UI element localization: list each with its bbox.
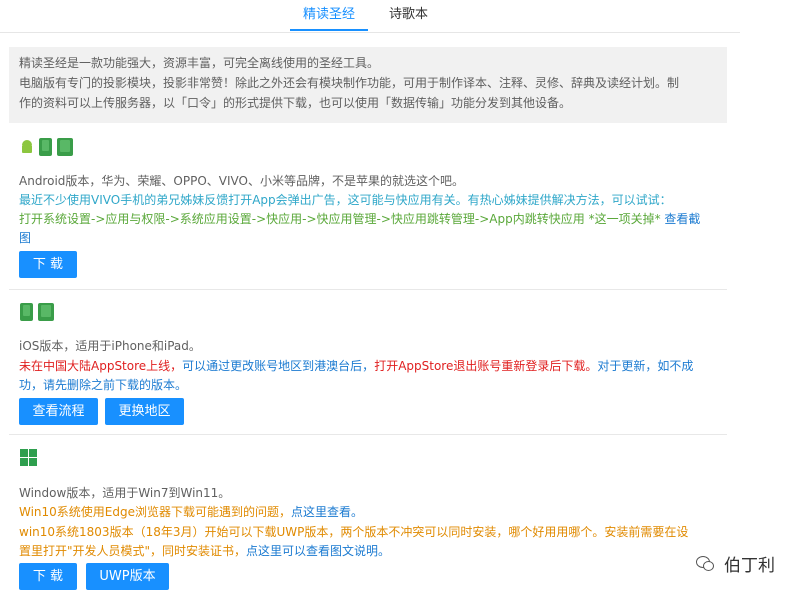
windows-description: Window版本，适用于Win7到Win11。 — [19, 486, 231, 500]
tablet-icon — [57, 138, 73, 156]
ios-warning-line-2: 功，请先删除之前下载的版本。 — [19, 378, 188, 392]
android-download-button[interactable]: 下 载 — [19, 251, 77, 278]
tablet-icon — [38, 303, 54, 321]
tab-bar: 精读圣经 诗歌本 — [0, 0, 740, 33]
ios-warning-part-3: 打开AppStore退出账号重新登录后下载。 — [374, 359, 598, 373]
android-fix-steps-cont: 图 — [19, 229, 719, 248]
android-screenshot-link-cont[interactable]: 图 — [19, 231, 31, 245]
notice-line-2: 电脑版有专门的投影模块，投影非常赞！除此之外还会有模块制作功能，可用于制作译本、… — [19, 76, 680, 90]
section-divider — [9, 434, 727, 435]
phone-icon — [39, 138, 52, 156]
windows-uwp-guide-link[interactable]: 点这里可以查看图文说明。 — [246, 544, 390, 558]
windows-download-button[interactable]: 下 载 — [19, 563, 77, 590]
phone-icon — [20, 303, 33, 321]
account-watermark: 伯丁利 — [696, 551, 775, 576]
ios-change-region-button[interactable]: 更换地区 — [105, 398, 184, 425]
android-description: Android版本，华为、荣耀、OPPO、VIVO、小米等品牌，不是苹果的就选这… — [19, 174, 464, 188]
active-tab-indicator — [290, 29, 368, 31]
ios-view-process-button[interactable]: 查看流程 — [19, 398, 98, 425]
windows-uwp-button[interactable]: UWP版本 — [86, 563, 169, 590]
windows-edge-note: Win10系统使用Edge浏览器下载可能遇到的问题，点这里查看。 — [19, 503, 719, 522]
android-platform-icons — [20, 138, 73, 156]
notice-line-3: 作的资料可以上传服务器，以「口令」的形式提供下载，也可以使用「数据传输」功能分发… — [19, 96, 572, 110]
ios-warning-part-2: 可以通过更改账号地区到港澳台后， — [182, 359, 375, 373]
watermark-text: 伯丁利 — [724, 556, 775, 576]
windows-uwp-note: win10系统1803版本（18年3月）开始可以下载UWP版本，两个版本不冲突可… — [19, 525, 689, 539]
wechat-icon — [696, 555, 714, 572]
android-icon — [20, 140, 34, 154]
ios-platform-icons — [20, 303, 54, 321]
ios-warning: 未在中国大陆AppStore上线，可以通过更改账号地区到港澳台后，打开AppSt… — [19, 357, 719, 376]
android-fix-path: 打开系统设置->应用与权限->系统应用设置->快应用->快应用管理->快应用跳转… — [19, 212, 661, 226]
windows-uwp-note-cont: 置里打开"开发人员模式"，同时安装证书，点这里可以查看图文说明。 — [19, 542, 719, 561]
windows-edge-help-link[interactable]: 点这里查看。 — [291, 505, 363, 519]
section-divider — [9, 289, 727, 290]
ios-warning-part-4: 对于更新，如不成 — [597, 359, 694, 373]
intro-notice: 精读圣经是一款功能强大，资源丰富，可完全离线使用的圣经工具。 电脑版有专门的投影… — [9, 47, 727, 123]
windows-edge-note-text: Win10系统使用Edge浏览器下载可能遇到的问题， — [19, 505, 292, 519]
android-vivo-tip: 最近不少使用VIVO手机的弟兄姊妹反馈打开App会弹出广告，这可能与快应用有关。… — [19, 193, 672, 207]
windows-uwp-note-text: 置里打开"开发人员模式"，同时安装证书， — [19, 544, 247, 558]
ios-description: iOS版本，适用于iPhone和iPad。 — [19, 339, 201, 353]
windows-platform-icons — [20, 449, 37, 466]
tab-bible[interactable]: 精读圣经 — [303, 3, 355, 22]
android-screenshot-link[interactable]: 查看截 — [664, 212, 700, 226]
android-fix-steps: 打开系统设置->应用与权限->系统应用设置->快应用->快应用管理->快应用跳转… — [19, 210, 719, 229]
windows-icon — [20, 449, 37, 466]
ios-warning-part-1: 未在中国大陆AppStore上线， — [19, 359, 183, 373]
tab-hymnal[interactable]: 诗歌本 — [389, 3, 428, 22]
notice-line-1: 精读圣经是一款功能强大，资源丰富，可完全离线使用的圣经工具。 — [19, 56, 380, 70]
